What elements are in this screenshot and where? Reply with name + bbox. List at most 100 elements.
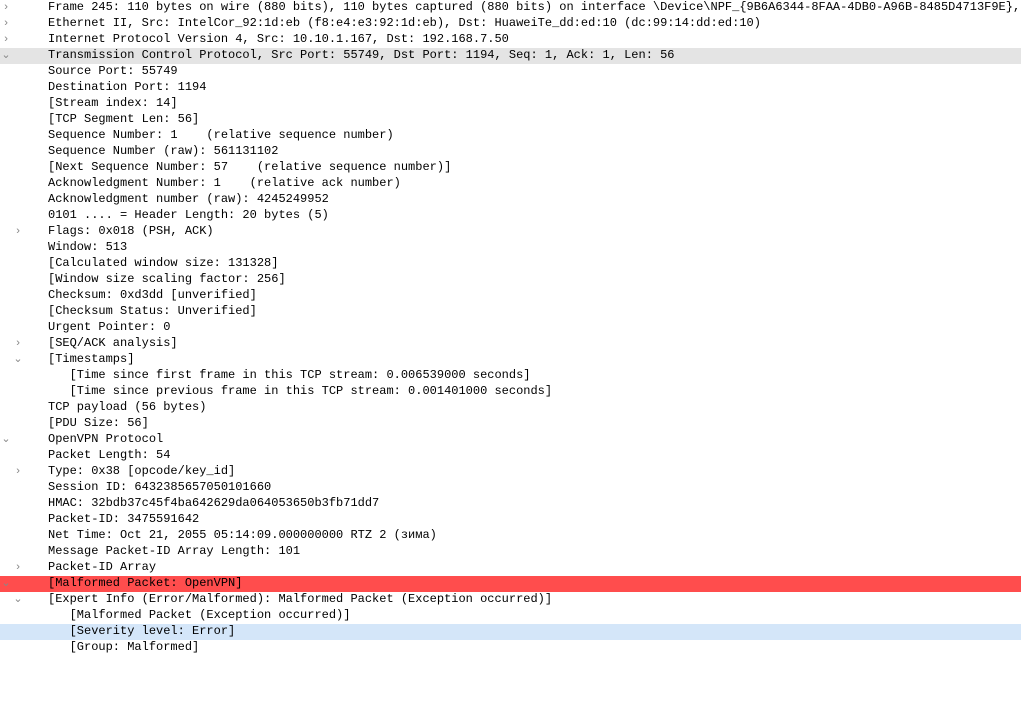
caret-gutter[interactable]: › (0, 336, 48, 352)
ovpn-type-text[interactable]: Type: 0x38 [opcode/key_id] (48, 464, 1021, 479)
caret-gutter[interactable] (0, 384, 48, 400)
ipv4-summary[interactable]: › Internet Protocol Version 4, Src: 10.1… (0, 32, 1021, 48)
caret-gutter[interactable] (0, 160, 48, 176)
tcp-stream-index[interactable]: [Stream index: 14] (0, 96, 1021, 112)
tcp-next-seq[interactable]: [Next Sequence Number: 57 (relative sequ… (0, 160, 1021, 176)
expand-icon[interactable]: › (12, 561, 24, 576)
tcp-seg-len[interactable]: [TCP Segment Len: 56] (0, 112, 1021, 128)
tcp-pdu-size-text[interactable]: [PDU Size: 56] (48, 416, 1021, 431)
tcp-summary[interactable]: ⌄ Transmission Control Protocol, Src Por… (0, 48, 1021, 64)
ovpn-packet-id[interactable]: Packet-ID: 3475591642 (0, 512, 1021, 528)
caret-gutter[interactable] (0, 128, 48, 144)
ovpn-pid-array[interactable]: › Packet-ID Array (0, 560, 1021, 576)
tcp-win-scale-text[interactable]: [Window size scaling factor: 256] (48, 272, 1021, 287)
ethernet-summary-text[interactable]: Ethernet II, Src: IntelCor_92:1d:eb (f8:… (48, 16, 1021, 31)
tcp-seq-raw-text[interactable]: Sequence Number (raw): 561131102 (48, 144, 1021, 159)
openvpn-summary[interactable]: ⌄ OpenVPN Protocol (0, 432, 1021, 448)
caret-gutter[interactable]: › (0, 32, 48, 48)
caret-gutter[interactable]: › (0, 464, 48, 480)
tcp-ts-first[interactable]: [Time since first frame in this TCP stre… (0, 368, 1021, 384)
tcp-ts-prev-text[interactable]: [Time since previous frame in this TCP s… (48, 384, 1021, 399)
tcp-next-seq-text[interactable]: [Next Sequence Number: 57 (relative sequ… (48, 160, 1021, 175)
ovpn-pid-array-text[interactable]: Packet-ID Array (48, 560, 1021, 575)
caret-gutter[interactable] (0, 304, 48, 320)
expand-icon[interactable]: › (0, 33, 12, 48)
expert-severity[interactable]: [Severity level: Error] (0, 624, 1021, 640)
tcp-ack-raw[interactable]: Acknowledgment number (raw): 4245249952 (0, 192, 1021, 208)
caret-gutter[interactable] (0, 112, 48, 128)
tcp-dst-port-text[interactable]: Destination Port: 1194 (48, 80, 1021, 95)
tcp-ts-prev[interactable]: [Time since previous frame in this TCP s… (0, 384, 1021, 400)
tcp-header-len-text[interactable]: 0101 .... = Header Length: 20 bytes (5) (48, 208, 1021, 223)
tcp-timestamps-text[interactable]: [Timestamps] (48, 352, 1021, 367)
caret-gutter[interactable] (0, 544, 48, 560)
caret-gutter[interactable] (0, 640, 48, 656)
caret-gutter[interactable] (0, 448, 48, 464)
caret-gutter[interactable] (0, 400, 48, 416)
expand-icon[interactable]: › (12, 337, 24, 352)
expert-malformed-text[interactable]: [Malformed Packet (Exception occurred)] (48, 608, 1021, 623)
expert-severity-text[interactable]: [Severity level: Error] (48, 624, 1021, 639)
tcp-seq-rel[interactable]: Sequence Number: 1 (relative sequence nu… (0, 128, 1021, 144)
tcp-urgent[interactable]: Urgent Pointer: 0 (0, 320, 1021, 336)
tcp-calc-win-text[interactable]: [Calculated window size: 131328] (48, 256, 1021, 271)
caret-gutter[interactable] (0, 320, 48, 336)
ovpn-packet-len-text[interactable]: Packet Length: 54 (48, 448, 1021, 463)
ethernet-summary[interactable]: › Ethernet II, Src: IntelCor_92:1d:eb (f… (0, 16, 1021, 32)
tcp-payload[interactable]: TCP payload (56 bytes) (0, 400, 1021, 416)
expert-group[interactable]: [Group: Malformed] (0, 640, 1021, 656)
tcp-window-text[interactable]: Window: 513 (48, 240, 1021, 255)
caret-gutter[interactable]: › (0, 224, 48, 240)
malformed-packet[interactable]: ⌄ [Malformed Packet: OpenVPN] (0, 576, 1021, 592)
expand-icon[interactable]: › (12, 465, 24, 480)
tcp-seg-len-text[interactable]: [TCP Segment Len: 56] (48, 112, 1021, 127)
ovpn-net-time-text[interactable]: Net Time: Oct 21, 2055 05:14:09.00000000… (48, 528, 1021, 543)
collapse-icon[interactable]: ⌄ (12, 353, 24, 368)
caret-gutter[interactable]: ⌄ (0, 352, 48, 368)
caret-gutter[interactable] (0, 368, 48, 384)
caret-gutter[interactable] (0, 512, 48, 528)
ovpn-net-time[interactable]: Net Time: Oct 21, 2055 05:14:09.00000000… (0, 528, 1021, 544)
collapse-icon[interactable]: ⌄ (12, 593, 24, 608)
caret-gutter[interactable] (0, 144, 48, 160)
caret-gutter[interactable] (0, 272, 48, 288)
tcp-seqack-analysis-text[interactable]: [SEQ/ACK analysis] (48, 336, 1021, 351)
ovpn-pid-array-len-text[interactable]: Message Packet-ID Array Length: 101 (48, 544, 1021, 559)
ovpn-pid-array-len[interactable]: Message Packet-ID Array Length: 101 (0, 544, 1021, 560)
caret-gutter[interactable]: › (0, 0, 48, 16)
tcp-seq-rel-text[interactable]: Sequence Number: 1 (relative sequence nu… (48, 128, 1021, 143)
caret-gutter[interactable] (0, 480, 48, 496)
tcp-payload-text[interactable]: TCP payload (56 bytes) (48, 400, 1021, 415)
caret-gutter[interactable]: ⌄ (0, 592, 48, 608)
ovpn-hmac-text[interactable]: HMAC: 32bdb37c45f4ba642629da064053650b3f… (48, 496, 1021, 511)
tcp-timestamps[interactable]: ⌄ [Timestamps] (0, 352, 1021, 368)
caret-gutter[interactable] (0, 208, 48, 224)
caret-gutter[interactable] (0, 528, 48, 544)
expand-icon[interactable]: › (0, 17, 12, 32)
tcp-header-len[interactable]: 0101 .... = Header Length: 20 bytes (5) (0, 208, 1021, 224)
caret-gutter[interactable] (0, 256, 48, 272)
frame-summary-text[interactable]: Frame 245: 110 bytes on wire (880 bits),… (48, 0, 1021, 15)
tcp-win-scale[interactable]: [Window size scaling factor: 256] (0, 272, 1021, 288)
tcp-checksum-text[interactable]: Checksum: 0xd3dd [unverified] (48, 288, 1021, 303)
caret-gutter[interactable]: ⌄ (0, 576, 48, 592)
caret-gutter[interactable] (0, 624, 48, 640)
frame-summary[interactable]: › Frame 245: 110 bytes on wire (880 bits… (0, 0, 1021, 16)
caret-gutter[interactable] (0, 176, 48, 192)
collapse-icon[interactable]: ⌄ (0, 433, 12, 448)
expand-icon[interactable]: › (12, 225, 24, 240)
tcp-urgent-text[interactable]: Urgent Pointer: 0 (48, 320, 1021, 335)
tcp-pdu-size[interactable]: [PDU Size: 56] (0, 416, 1021, 432)
ipv4-summary-text[interactable]: Internet Protocol Version 4, Src: 10.10.… (48, 32, 1021, 47)
packet-details-tree[interactable]: › Frame 245: 110 bytes on wire (880 bits… (0, 0, 1021, 656)
tcp-src-port[interactable]: Source Port: 55749 (0, 64, 1021, 80)
caret-gutter[interactable] (0, 496, 48, 512)
caret-gutter[interactable] (0, 608, 48, 624)
caret-gutter[interactable] (0, 80, 48, 96)
tcp-ts-first-text[interactable]: [Time since first frame in this TCP stre… (48, 368, 1021, 383)
tcp-flags-text[interactable]: Flags: 0x018 (PSH, ACK) (48, 224, 1021, 239)
tcp-dst-port[interactable]: Destination Port: 1194 (0, 80, 1021, 96)
tcp-ack-rel-text[interactable]: Acknowledgment Number: 1 (relative ack n… (48, 176, 1021, 191)
tcp-flags[interactable]: › Flags: 0x018 (PSH, ACK) (0, 224, 1021, 240)
tcp-ack-raw-text[interactable]: Acknowledgment number (raw): 4245249952 (48, 192, 1021, 207)
